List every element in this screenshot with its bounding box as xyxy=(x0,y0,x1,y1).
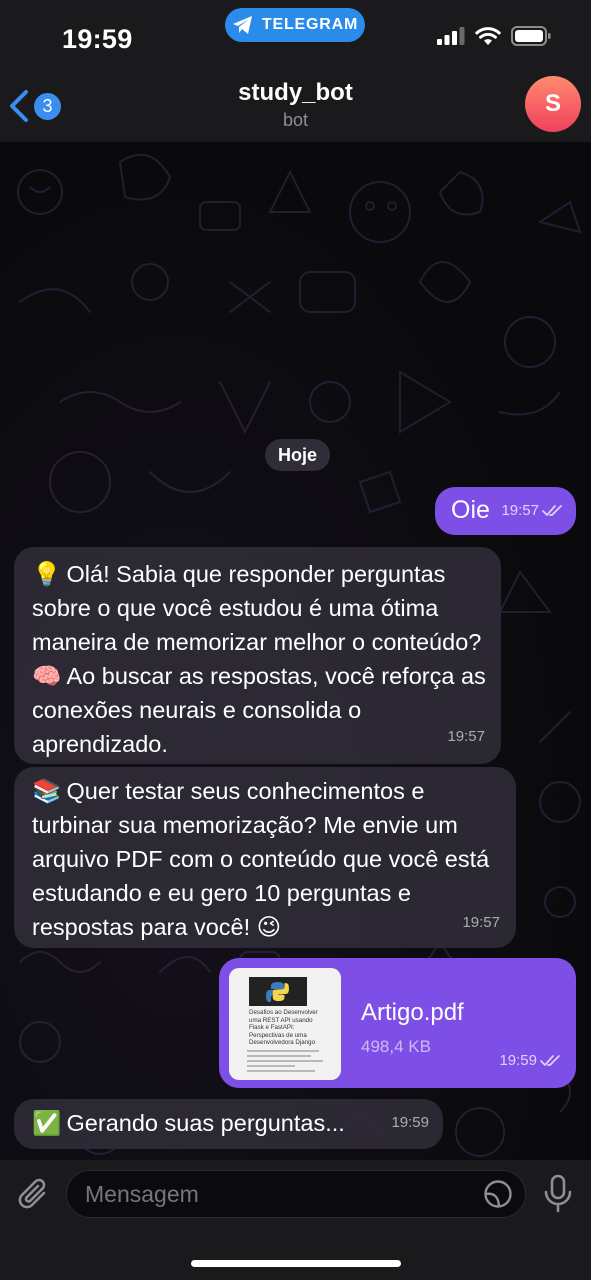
message-text: Gerando suas perguntas... xyxy=(66,1110,345,1136)
status-clock: 19:59 xyxy=(62,24,133,54)
message-time: 19:59 xyxy=(391,1114,429,1131)
message-bubble-outgoing[interactable]: Oie 19:57 xyxy=(435,487,576,535)
message-text: Oie xyxy=(451,496,490,524)
message-time: 19:57 xyxy=(501,502,539,519)
file-message-bubble[interactable]: Desafios ao Desenvolver uma REST API usa… xyxy=(219,958,576,1088)
message-time: 19:57 xyxy=(447,728,485,745)
double-check-icon xyxy=(540,1055,560,1066)
message-time: 19:59 xyxy=(499,1052,537,1069)
double-check-icon xyxy=(542,505,562,516)
battery-icon xyxy=(511,26,551,46)
file-name: Artigo.pdf xyxy=(361,999,464,1026)
wifi-icon xyxy=(475,26,501,45)
date-separator: Hoje xyxy=(265,439,331,471)
telegram-pill-label: TELEGRAM xyxy=(261,16,359,33)
message-bubble-incoming[interactable]: 📚 Quer testar seus conhecimentos e turbi… xyxy=(14,767,516,948)
chat-title[interactable]: study_bot xyxy=(0,79,591,107)
chat-subtitle: bot xyxy=(282,110,309,130)
system-icons xyxy=(437,26,551,46)
pdf-thumbnail[interactable]: Desafios ao Desenvolver uma REST API usa… xyxy=(229,968,341,1080)
message-input[interactable] xyxy=(66,1170,526,1218)
message-bubble-incoming[interactable]: ✅ Gerando suas perguntas... 19:59 xyxy=(14,1099,443,1149)
message-time: 19:57 xyxy=(462,914,500,931)
pdf-thumbnail-title: Desafios ao Desenvolver uma REST API usa… xyxy=(249,1009,318,1046)
pdf-thumbnail-text xyxy=(247,1050,327,1075)
message-bubble-incoming[interactable]: 💡 Olá! Sabia que responder perguntas sob… xyxy=(14,547,501,764)
check-mark-icon: ✅ xyxy=(32,1110,62,1136)
avatar[interactable]: S xyxy=(525,76,581,132)
python-logo-icon xyxy=(249,977,307,1006)
telegram-pill[interactable]: TELEGRAM xyxy=(225,8,365,42)
chat-area[interactable]: Hoje Oie 19:57 💡 Olá! Sabia que responde… xyxy=(0,142,591,1160)
lightbulb-icon: 💡 xyxy=(32,561,62,587)
chat-header: 3 study_bot bot S xyxy=(0,70,591,142)
status-bar: 19:59 TELEGRAM xyxy=(0,0,591,70)
microphone-icon[interactable] xyxy=(543,1174,573,1214)
message-meta: 19:57 xyxy=(501,494,564,528)
input-bar xyxy=(0,1160,591,1280)
telegram-icon xyxy=(232,16,252,34)
message-text: Quer testar seus conhecimentos e turbina… xyxy=(32,778,490,940)
paperclip-icon[interactable] xyxy=(16,1175,52,1215)
books-icon: 📚 xyxy=(32,778,62,804)
home-indicator[interactable] xyxy=(191,1260,401,1267)
message-meta: 19:59 xyxy=(499,1044,562,1078)
signal-icon xyxy=(437,27,465,45)
message-text: Olá! Sabia que responder perguntas sobre… xyxy=(32,561,486,757)
file-size: 498,4 KB xyxy=(361,1037,431,1056)
sticker-icon[interactable] xyxy=(483,1179,513,1209)
